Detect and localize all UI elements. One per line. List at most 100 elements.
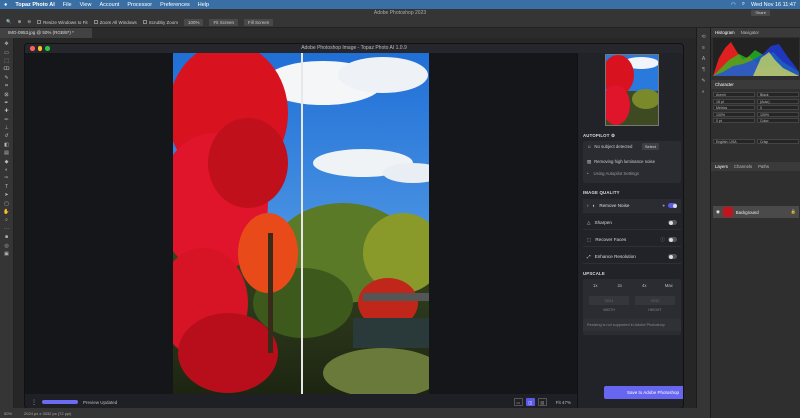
document-tab[interactable]: IMG-0953.jpg @ 50% (RGB/8*) * xyxy=(0,28,92,38)
kerning-field[interactable]: Metrics xyxy=(713,105,755,110)
enhance-resolution-toggle[interactable] xyxy=(668,254,677,259)
lock-icon[interactable]: 🔒 xyxy=(791,209,796,215)
minimize-window-button[interactable] xyxy=(37,46,42,51)
blur-tool-icon[interactable]: ◆ xyxy=(3,157,11,165)
frame-tool-icon[interactable]: ⊠ xyxy=(3,90,11,98)
dodge-tool-icon[interactable]: ◐ xyxy=(3,166,11,174)
recover-faces-toggle[interactable] xyxy=(668,237,677,242)
remove-noise-toggle[interactable] xyxy=(668,203,677,208)
history-panel-icon[interactable]: ⟲ xyxy=(701,34,705,40)
properties-panel-icon[interactable]: ≡ xyxy=(702,45,705,51)
sharpen-toggle[interactable] xyxy=(668,220,677,225)
clock-text[interactable]: Wed Nov 16 11:47 xyxy=(751,2,796,8)
tab-navigator[interactable]: Navigator xyxy=(741,30,759,35)
scrubby-zoom-option[interactable]: Scrubby Zoom xyxy=(142,20,178,25)
menu-account[interactable]: Account xyxy=(99,2,119,8)
move-tool-icon[interactable]: ✥ xyxy=(3,40,11,48)
adjust-panel-icon[interactable]: ◐ xyxy=(702,89,705,95)
sharpen-row[interactable]: △ Sharpen xyxy=(583,216,681,230)
upscale-max-button[interactable]: Max xyxy=(657,283,682,288)
select-subject-button[interactable]: Select xyxy=(641,143,659,150)
crop-tool-icon[interactable]: ⌗ xyxy=(3,82,11,90)
tab-channels[interactable]: Channels xyxy=(734,164,752,169)
eyedropper-icon[interactable]: ✒ xyxy=(3,99,11,107)
remove-noise-row[interactable]: › ◐ Remove Noise ● xyxy=(583,199,681,213)
upscale-1x-button[interactable]: 1x xyxy=(583,283,608,288)
path-select-icon[interactable]: ➤ xyxy=(3,191,11,199)
share-button[interactable]: Share xyxy=(751,10,770,16)
wifi-icon[interactable]: ◠ xyxy=(731,2,736,8)
eraser-tool-icon[interactable]: ◧ xyxy=(3,141,11,149)
layer-background[interactable]: ◉ Background 🔒 xyxy=(713,206,799,218)
more-options-icon[interactable]: ⋮ xyxy=(31,399,37,406)
font-style-select[interactable]: Black xyxy=(757,92,799,97)
apple-icon[interactable]: ● xyxy=(4,2,7,8)
split-view-button[interactable]: ◫ xyxy=(525,398,535,406)
antialias-select[interactable]: Crisp xyxy=(757,138,799,144)
save-to-photoshop-button[interactable]: Save to Adobe Photoshop xyxy=(604,386,683,399)
status-doc-info[interactable]: 2024 px x 3032 px (72 ppi) xyxy=(24,411,71,416)
zoom-tool-icon[interactable]: 🔍 xyxy=(6,19,12,25)
recover-faces-row[interactable]: ⬚ Recover Faces ⓘ xyxy=(583,233,681,247)
hand-tool-icon[interactable]: ✋ xyxy=(3,208,11,216)
menu-view[interactable]: View xyxy=(80,2,92,8)
tab-paths[interactable]: Paths xyxy=(758,164,769,169)
zoom-all-option[interactable]: Zoom All Windows xyxy=(93,20,137,25)
brush-panel-icon[interactable]: ✎ xyxy=(701,78,705,84)
paragraph-panel-icon[interactable]: ¶ xyxy=(702,67,705,73)
menu-file[interactable]: File xyxy=(63,2,72,8)
search-icon[interactable]: ⌕ xyxy=(742,1,745,8)
horizontal-scale-field[interactable]: 100% xyxy=(757,111,799,117)
visibility-eye-icon[interactable]: ◉ xyxy=(716,209,720,215)
close-window-button[interactable] xyxy=(30,46,35,51)
healing-brush-icon[interactable]: ✚ xyxy=(3,107,11,115)
marquee-tool-icon[interactable]: ⬚ xyxy=(3,57,11,65)
stamp-tool-icon[interactable]: ⊥ xyxy=(3,124,11,132)
fit-screen-button[interactable]: Fit Screen xyxy=(209,18,238,26)
type-tool-icon[interactable]: T xyxy=(3,183,11,191)
more-tools-icon[interactable]: ⋯ xyxy=(3,225,11,233)
info-icon[interactable]: ⓘ xyxy=(660,237,665,243)
baseline-field[interactable]: 0 pt xyxy=(713,118,755,123)
height-input[interactable]: 4032 xyxy=(635,296,675,305)
preview-area[interactable] xyxy=(25,53,577,394)
menu-preferences[interactable]: Preferences xyxy=(160,2,190,8)
fill-screen-button[interactable]: Fill Screen xyxy=(244,18,274,26)
status-zoom[interactable]: 50% xyxy=(4,411,12,416)
pen-tool-icon[interactable]: ✑ xyxy=(3,174,11,182)
type-panel-icon[interactable]: A xyxy=(702,56,705,62)
tab-character[interactable]: Character xyxy=(715,82,734,87)
quick-mask-icon[interactable]: ◎ xyxy=(3,241,11,249)
screen-mode-icon[interactable]: ▣ xyxy=(3,250,11,258)
width-input[interactable]: 3024 xyxy=(589,296,629,305)
language-select[interactable]: English: USA xyxy=(713,138,755,144)
zoom-in-icon[interactable]: ⊕ xyxy=(18,19,22,25)
brush-tool-icon[interactable]: ✏ xyxy=(3,116,11,124)
vertical-scale-field[interactable]: 100% xyxy=(713,111,755,117)
history-brush-icon[interactable]: ↺ xyxy=(3,132,11,140)
navigator-thumbnail[interactable] xyxy=(605,54,659,126)
zoom-window-button[interactable] xyxy=(45,46,50,51)
color-swatches-icon[interactable]: ■ xyxy=(3,233,11,241)
zoom-out-icon[interactable]: ⊖ xyxy=(27,19,31,25)
comparison-split-handle[interactable] xyxy=(301,53,303,394)
zoom-tool-icon[interactable]: ⌕ xyxy=(3,216,11,224)
enhance-resolution-row[interactable]: ⤢ Enhance Resolution xyxy=(583,250,681,264)
menu-processor[interactable]: Processor xyxy=(127,2,152,8)
leading-field[interactable]: (Auto) xyxy=(757,98,799,104)
side-by-side-button[interactable]: ▥ xyxy=(537,398,547,406)
resize-windows-option[interactable]: Resize Windows to Fit xyxy=(37,20,88,25)
zoom-level[interactable]: Fit 47% xyxy=(556,400,571,405)
gradient-tool-icon[interactable]: ▤ xyxy=(3,149,11,157)
lasso-tool-icon[interactable]: ↀ xyxy=(3,65,11,73)
menu-app-name[interactable]: Topaz Photo AI xyxy=(15,2,54,8)
upscale-2x-button[interactable]: 2x xyxy=(608,283,633,288)
upscale-4x-button[interactable]: 4x xyxy=(632,283,657,288)
quick-select-icon[interactable]: ✎ xyxy=(3,74,11,82)
artboard-tool-icon[interactable]: ▭ xyxy=(3,48,11,56)
font-family-select[interactable]: Avenir xyxy=(713,92,755,97)
menu-help[interactable]: Help xyxy=(198,2,209,8)
single-view-button[interactable]: ▭ xyxy=(513,398,523,406)
font-size-field[interactable]: 18 pt xyxy=(713,98,755,104)
tab-histogram[interactable]: Histogram xyxy=(715,30,735,35)
